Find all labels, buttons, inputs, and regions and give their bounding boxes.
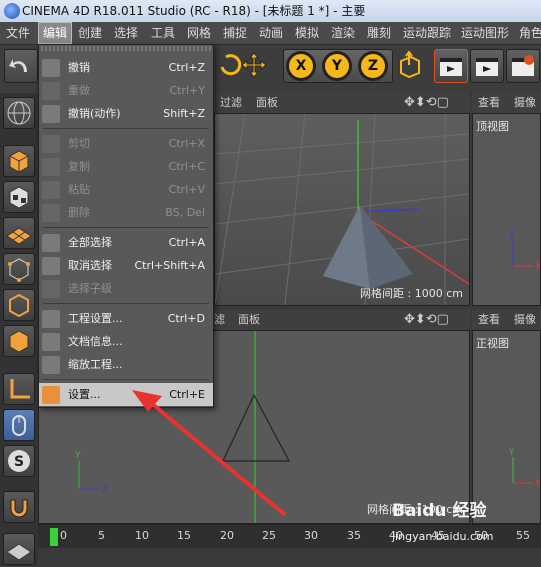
annotation-arrow [132, 390, 286, 516]
